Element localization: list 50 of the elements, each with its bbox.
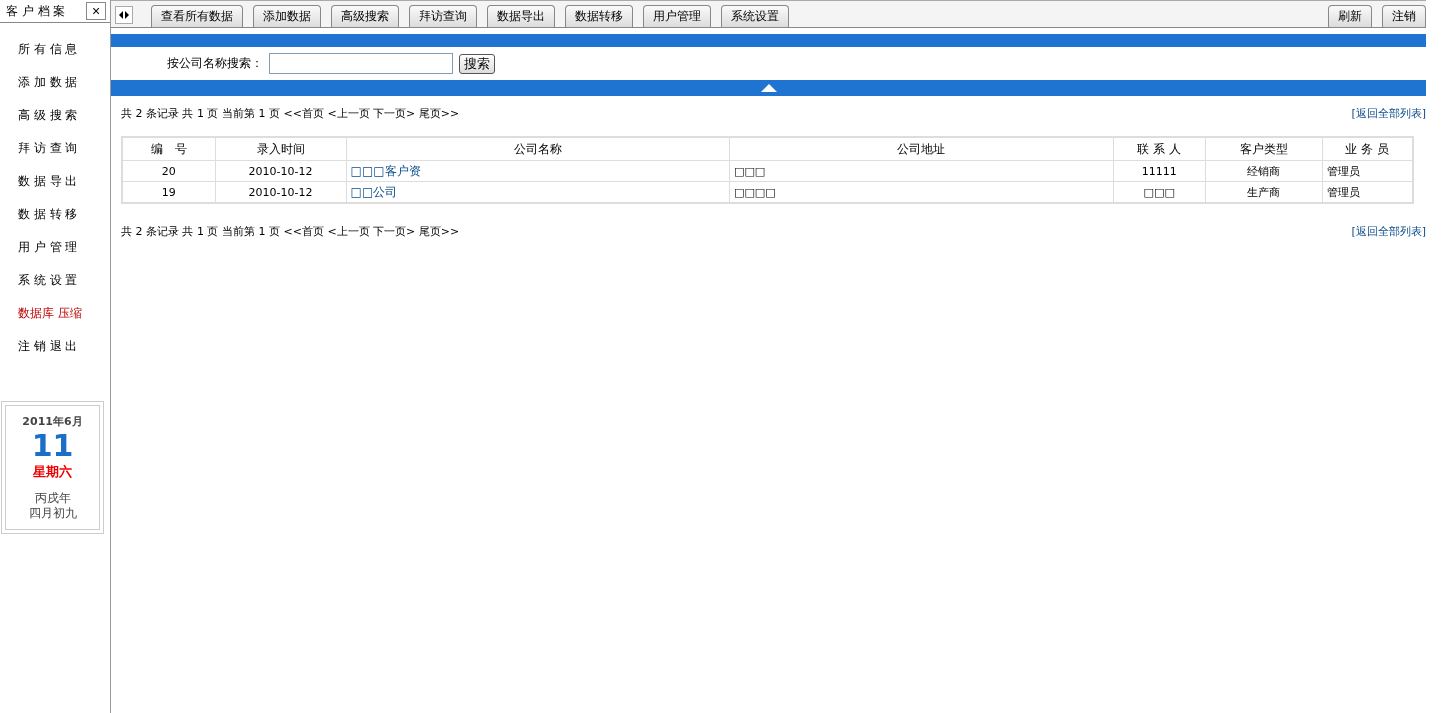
close-button[interactable]: × (86, 2, 106, 20)
column-header: 编 号 (122, 137, 216, 161)
search-label: 按公司名称搜索： (167, 55, 263, 72)
menu-item[interactable]: 拜 访 查 询 (18, 132, 110, 165)
sidebar-title: 客 户 档 案 (6, 2, 66, 20)
toolbar-tab[interactable]: 数据转移 (565, 5, 633, 27)
menu-item[interactable]: 数 据 转 移 (18, 198, 110, 231)
calendar-weekday: 星期六 (33, 463, 72, 481)
back-to-list-link[interactable]: [返回全部列表] (1351, 105, 1426, 121)
calendar-month: 2011年6月 (22, 414, 83, 429)
pagination-text: 共 2 条记录 共 1 页 当前第 1 页 <<首页 <上一页 下一页> 尾页>> (121, 105, 460, 121)
column-header: 公司名称 (346, 137, 730, 161)
menu-item[interactable]: 数据库 压缩 (18, 297, 110, 330)
toolbar-tab[interactable]: 查看所有数据 (151, 5, 243, 27)
toolbar-button[interactable]: 注销 (1382, 5, 1426, 27)
back-to-list-link[interactable]: [返回全部列表] (1351, 223, 1426, 239)
calendar-day: 11 (31, 429, 74, 463)
menu-item[interactable]: 添 加 数 据 (18, 66, 110, 99)
lunar-year: 丙戌年 (34, 491, 71, 506)
pagination-text: 共 2 条记录 共 1 页 当前第 1 页 <<首页 <上一页 下一页> 尾页>> (121, 223, 460, 239)
up-triangle-icon (760, 84, 777, 92)
column-header: 录入时间 (215, 137, 347, 161)
toolbar-button[interactable]: 刷新 (1328, 5, 1372, 27)
toolbar-tab[interactable]: 数据导出 (487, 5, 555, 27)
company-link[interactable]: □□□客户资 (350, 163, 421, 178)
table-cell: 20 (122, 160, 216, 182)
table-cell: 2010-10-12 (215, 160, 347, 182)
search-button[interactable]: 搜索 (459, 53, 495, 74)
column-header: 客户类型 (1205, 137, 1322, 161)
menu-item[interactable]: 高 级 搜 索 (18, 99, 110, 132)
toolbar-tab[interactable]: 高级搜索 (331, 5, 399, 27)
menu-item[interactable]: 数 据 导 出 (18, 165, 110, 198)
menu-item[interactable]: 系 统 设 置 (18, 264, 110, 297)
menu-item[interactable]: 注 销 退 出 (18, 330, 110, 363)
menu-item[interactable]: 用 户 管 理 (18, 231, 110, 264)
table-cell: □□□ (729, 160, 1114, 182)
table-cell: 经销商 (1205, 160, 1322, 182)
column-header: 联 系 人 (1113, 137, 1206, 161)
toolbar-tab[interactable]: 系统设置 (721, 5, 789, 27)
left-right-arrows-icon (119, 11, 129, 19)
search-field[interactable] (269, 53, 453, 74)
table-cell: 11111 (1113, 160, 1206, 182)
company-link[interactable]: □□公司 (350, 184, 398, 199)
column-header: 公司地址 (729, 137, 1114, 161)
lunar-date: 四月初九 (28, 506, 77, 521)
toolbar-tab[interactable]: 用户管理 (643, 5, 711, 27)
toolbar-tab[interactable]: 添加数据 (253, 5, 321, 27)
menu-item[interactable]: 所 有 信 息 (18, 33, 110, 66)
toolbar-tab[interactable]: 拜访查询 (409, 5, 477, 27)
toggle-sidebar-button[interactable] (115, 6, 133, 24)
